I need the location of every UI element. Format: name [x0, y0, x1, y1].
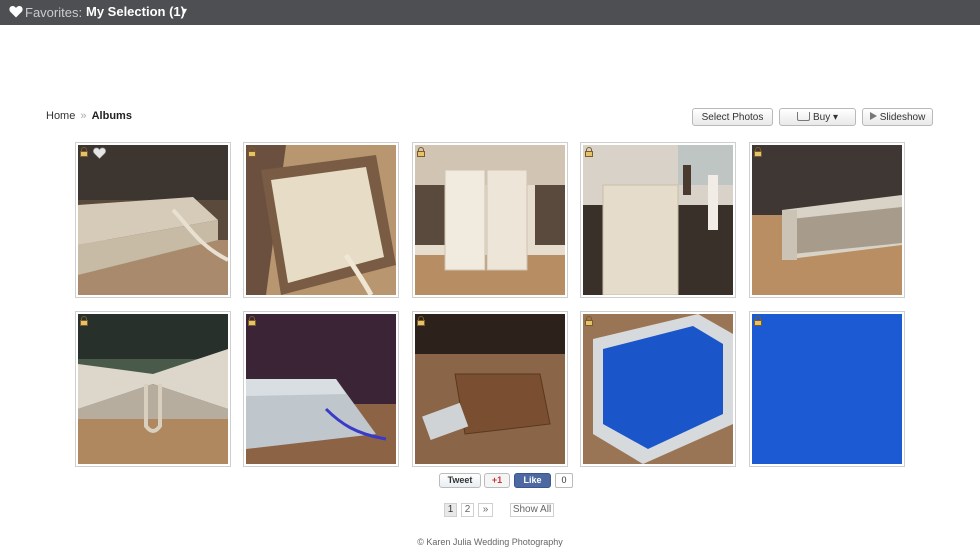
like-label: Like [523, 475, 542, 485]
lock-icon [754, 147, 762, 157]
play-icon [869, 112, 877, 120]
slideshow-label: Slideshow [879, 112, 926, 123]
photo-image[interactable] [415, 314, 565, 464]
lock-icon [585, 147, 593, 157]
photo-thumbnail[interactable] [749, 142, 905, 298]
facebook-like-button[interactable]: Like [514, 473, 551, 488]
lock-icon [80, 316, 88, 326]
lock-icon [585, 316, 593, 326]
buy-label: Buy ▾ [812, 112, 839, 123]
heart-icon[interactable] [9, 5, 23, 18]
photo-image[interactable] [78, 145, 228, 295]
lock-icon [248, 147, 256, 157]
next-page-button[interactable]: » [478, 503, 493, 517]
footer-copyright: © Karen Julia Wedding Photography [417, 537, 563, 547]
tweet-button[interactable]: Tweet [439, 473, 481, 488]
lock-icon [417, 316, 425, 326]
lock-icon [248, 316, 256, 326]
favorites-label: Favorites: [25, 5, 83, 20]
breadcrumb-home-link[interactable]: Home [46, 110, 75, 122]
photo-image[interactable] [246, 145, 396, 295]
gplus-label: +1 [491, 475, 503, 485]
photo-thumbnail[interactable] [75, 311, 231, 467]
photo-thumbnail[interactable] [243, 142, 399, 298]
favorites-selection-dropdown[interactable]: My Selection (1) [86, 4, 185, 19]
photo-image[interactable] [583, 314, 733, 464]
page-1-button[interactable]: 1 [444, 503, 457, 517]
photo-image[interactable] [246, 314, 396, 464]
like-count: 0 [555, 473, 573, 488]
show-all-button[interactable]: Show All [510, 503, 554, 517]
google-plus-button[interactable]: +1 [484, 473, 510, 488]
breadcrumb-current: Albums [91, 110, 132, 122]
page-2-button[interactable]: 2 [461, 503, 474, 517]
photo-thumbnail[interactable] [749, 311, 905, 467]
photo-image[interactable] [415, 145, 565, 295]
photo-thumbnail[interactable] [580, 311, 736, 467]
favorites-bar: Favorites: My Selection (1) ▾ [0, 0, 980, 25]
breadcrumb-separator: » [80, 110, 87, 122]
lock-icon [754, 316, 762, 326]
chevron-down-icon[interactable]: ▾ [182, 6, 187, 17]
photo-image[interactable] [583, 145, 733, 295]
photo-thumbnail[interactable] [75, 142, 231, 298]
lock-icon [417, 147, 425, 157]
select-photos-label: Select Photos [701, 112, 764, 123]
select-photos-button[interactable]: Select Photos [692, 108, 773, 126]
photo-image[interactable] [78, 314, 228, 464]
breadcrumb: Home » Albums [46, 110, 132, 122]
cart-icon [796, 112, 810, 121]
photo-image[interactable] [752, 314, 902, 464]
photo-thumbnail[interactable] [412, 142, 568, 298]
photo-thumbnail[interactable] [412, 311, 568, 467]
photo-thumbnail[interactable] [580, 142, 736, 298]
favorite-heart-icon[interactable] [93, 147, 106, 159]
photo-image[interactable] [752, 145, 902, 295]
tweet-label: Tweet [447, 475, 473, 485]
buy-button[interactable]: Buy ▾ [779, 108, 856, 126]
slideshow-button[interactable]: Slideshow [862, 108, 933, 126]
photo-thumbnail[interactable] [243, 311, 399, 467]
lock-icon [80, 147, 88, 157]
